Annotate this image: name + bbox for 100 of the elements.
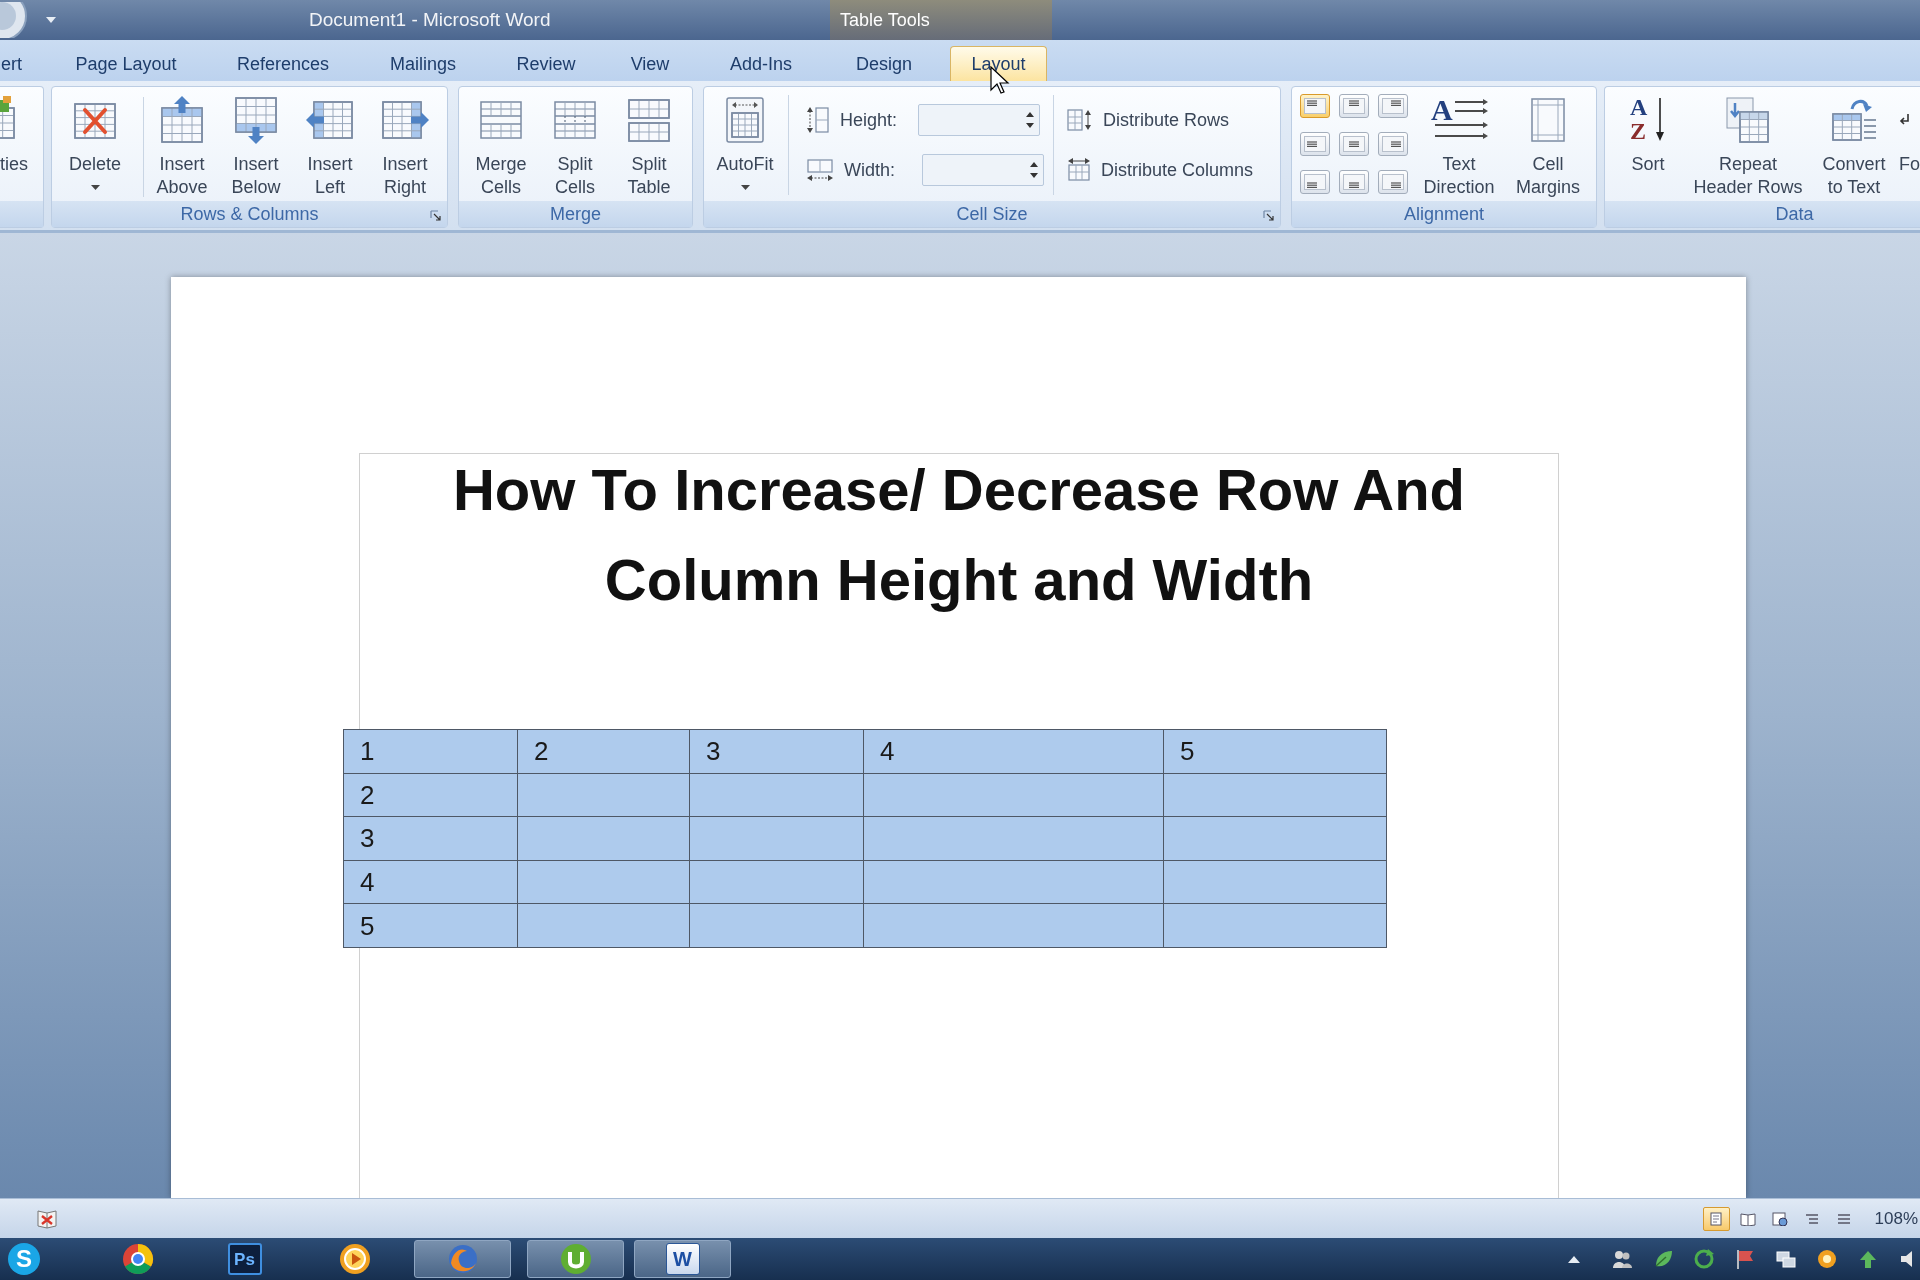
table-arrow-up-icon (158, 96, 206, 144)
draft-lines-icon (1836, 1211, 1852, 1226)
ribbon-tab[interactable]: Add-Ins (715, 46, 807, 81)
play-disc-icon (338, 1243, 371, 1275)
insert-right-button[interactable]: Insert Right (369, 87, 441, 201)
distribute-columns-icon (1067, 158, 1091, 182)
ring-icon[interactable] (1816, 1248, 1838, 1270)
flag-icon[interactable] (1734, 1248, 1756, 1270)
ribbon-button[interactable]: ties (0, 87, 44, 201)
table-cell: 4 (343, 860, 518, 904)
open-book-icon (1740, 1211, 1756, 1226)
recycle-icon[interactable] (1693, 1248, 1715, 1270)
document-logo-icon: W (665, 1243, 700, 1275)
table-cell: 4 (863, 729, 1164, 774)
ribbon-tab[interactable]: References (227, 46, 339, 81)
text-align-icon (1304, 98, 1326, 114)
insert-left-button[interactable]: Insert Left (294, 87, 366, 201)
group-label: Cell Size (956, 203, 1028, 225)
table-cell: 3 (689, 729, 864, 774)
text-align-icon (1304, 174, 1326, 190)
group-label: Merge (550, 203, 601, 225)
swirl-globe-icon (446, 1243, 479, 1275)
text-align-icon (1382, 98, 1404, 114)
cell-alignment-button[interactable] (1339, 132, 1369, 156)
group-label: Data (1775, 203, 1814, 225)
cell-alignment-button[interactable] (1378, 170, 1408, 194)
table-cell: 5 (343, 903, 518, 948)
spinner-icon (1030, 161, 1038, 179)
taskbar-button[interactable]: Ps (196, 1240, 293, 1278)
caret-up-icon[interactable] (1568, 1255, 1580, 1263)
merge-cells-button[interactable]: Merge Cells (465, 87, 537, 201)
dialog-launcher-icon[interactable] (430, 210, 441, 221)
autofit-button[interactable]: AutoFit (709, 87, 781, 201)
cell-alignment-button[interactable] (1378, 94, 1408, 118)
distribute-rows-button[interactable]: Distribute Rows (1067, 105, 1254, 135)
ribbon-button[interactable]: Fo (1899, 87, 1920, 201)
table-cell: 5 (1163, 729, 1387, 774)
height-field[interactable] (918, 104, 1040, 136)
ribbon-tab[interactable]: Design (840, 46, 928, 81)
group-label: Alignment (1403, 203, 1484, 225)
table-cell: 2 (517, 729, 690, 774)
field-label: Height: (840, 109, 898, 131)
view-button[interactable] (1702, 1206, 1730, 1231)
context-title: Table Tools (840, 9, 930, 32)
web-page-icon (1772, 1211, 1788, 1226)
ribbon-tab[interactable]: Page Layout (66, 46, 186, 81)
insert-above-button[interactable]: Insert Above (146, 87, 218, 201)
group-footer (0, 201, 43, 227)
table-cell: 2 (343, 773, 518, 817)
split-table-button[interactable]: Split Table (613, 87, 685, 201)
cell-alignment-button[interactable] (1300, 170, 1330, 194)
cell-alignment-button[interactable] (1339, 94, 1369, 118)
spinner-icon (1026, 111, 1034, 129)
cell-alignment-button[interactable] (1300, 94, 1330, 118)
text-align-icon (1343, 98, 1365, 114)
two-tables-icon (625, 96, 673, 144)
repeat-header-rows-button[interactable]: Repeat Header Rows (1690, 87, 1806, 201)
ribbon-tab[interactable]: ert (0, 46, 22, 81)
text-align-icon (1382, 136, 1404, 152)
dropdown-caret-icon[interactable] (46, 17, 56, 23)
ribbon-tab[interactable]: Mailings (373, 46, 473, 81)
outline-icon (1804, 1211, 1820, 1226)
cell-alignment-button[interactable] (1300, 132, 1330, 156)
round-button-icon[interactable] (0, 2, 30, 38)
table-arrow-down-icon (232, 96, 280, 144)
ribbon-tab[interactable]: Review (502, 46, 590, 81)
text-align-icon (1343, 136, 1365, 152)
arrow-icon (1899, 114, 1909, 126)
distribute-columns-button[interactable]: Distribute Columns (1067, 155, 1254, 185)
zoom-level[interactable]: 108% (1874, 1207, 1918, 1230)
width-field[interactable] (922, 154, 1044, 186)
page-icon (1708, 1211, 1724, 1226)
text-direction-button[interactable]: A Text Direction (1419, 87, 1499, 201)
split-cells-button[interactable]: Split Cells (539, 87, 611, 201)
dialog-launcher-icon[interactable] (1263, 210, 1274, 221)
table-copy-icon (1724, 96, 1772, 144)
distribute-rows-icon (1067, 108, 1093, 132)
text-align-icon (1304, 136, 1326, 152)
taskbar-button[interactable] (527, 1240, 624, 1278)
window-title: Document1 - Microsoft Word (309, 8, 551, 32)
people-icon[interactable] (1611, 1248, 1633, 1270)
text-align-icon (1343, 174, 1365, 190)
color-orb-icon (121, 1243, 154, 1275)
table-cell: 3 (343, 816, 518, 861)
convert-to-text-button[interactable]: Convert to Text (1811, 87, 1897, 201)
ribbon-tab[interactable]: Layout (950, 46, 1047, 81)
sort-button[interactable]: A Z Sort (1618, 87, 1678, 201)
ribbon-tab[interactable]: View (614, 46, 686, 81)
taskbar-button[interactable]: W (634, 1240, 731, 1278)
delete-button[interactable]: Delete (59, 87, 131, 201)
circle-logo-icon (559, 1243, 592, 1275)
document-heading: How To Increase/ Decrease Row And Column Height and Width (451, 456, 1467, 614)
table-cell: 1 (343, 729, 518, 774)
cell-alignment-button[interactable] (1378, 132, 1408, 156)
cell-alignment-button[interactable] (1339, 170, 1369, 194)
cell-margins-button[interactable]: Cell Margins (1508, 87, 1588, 201)
field-label: Width: (844, 159, 895, 181)
insert-below-button[interactable]: Insert Below (220, 87, 292, 201)
network-icon[interactable] (1775, 1248, 1797, 1270)
row-height-icon (806, 106, 830, 134)
